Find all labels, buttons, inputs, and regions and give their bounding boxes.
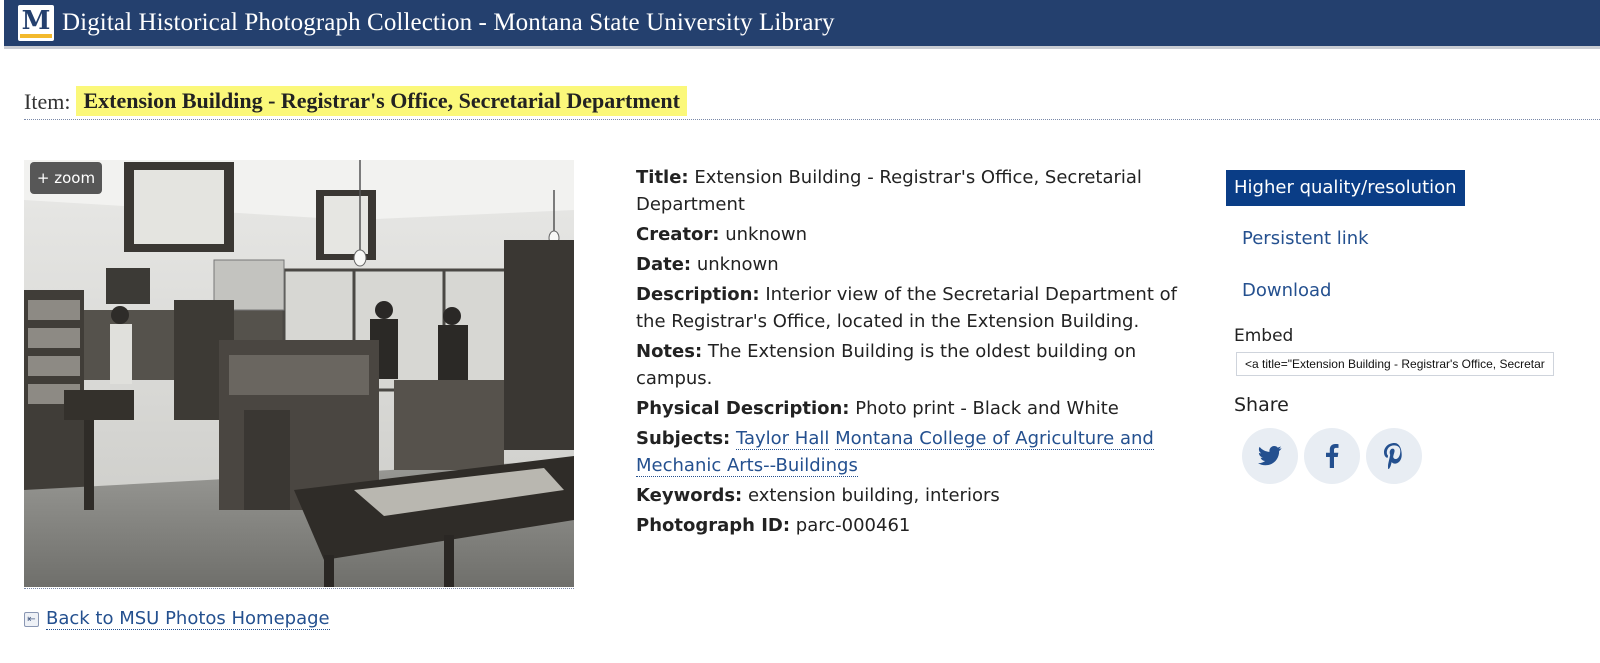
photo-container: + zoom <box>24 160 574 589</box>
meta-physical-label: Physical Description: <box>636 398 850 419</box>
meta-notes-row: Notes: The Extension Building is the old… <box>636 338 1196 392</box>
share-buttons <box>1242 428 1422 484</box>
meta-photo-id-label: Photograph ID: <box>636 515 791 536</box>
meta-date-row: Date: unknown <box>636 251 1196 278</box>
persistent-link[interactable]: Persistent link <box>1242 228 1369 249</box>
logo-letter: M <box>19 6 53 38</box>
meta-date-value: unknown <box>696 254 779 275</box>
back-to-homepage-link[interactable]: ⇤ Back to MSU Photos Homepage <box>24 609 330 630</box>
download-link[interactable]: Download <box>1242 280 1331 301</box>
item-title: Extension Building - Registrar's Office,… <box>76 86 687 116</box>
meta-physical-value: Photo print - Black and White <box>855 398 1119 419</box>
sidebar-actions: Higher quality/resolution Persistent lin… <box>1226 170 1566 484</box>
zoom-button[interactable]: + zoom <box>30 162 102 194</box>
metadata-panel: Title: Extension Building - Registrar's … <box>636 164 1196 542</box>
msu-logo[interactable]: M <box>18 5 54 41</box>
item-heading: Item: Extension Building - Registrar's O… <box>24 86 1600 120</box>
meta-description-row: Description: Interior view of the Secret… <box>636 281 1196 335</box>
meta-title-value: Extension Building - Registrar's Office,… <box>636 167 1142 215</box>
back-link-label: Back to MSU Photos Homepage <box>46 608 330 630</box>
pinterest-icon[interactable] <box>1366 428 1422 484</box>
meta-keywords-value: extension building, interiors <box>747 485 1000 506</box>
share-label: Share <box>1234 394 1289 416</box>
meta-creator-label: Creator: <box>636 224 720 245</box>
meta-photo-id-value: parc-000461 <box>795 515 911 536</box>
embed-label: Embed <box>1234 326 1294 346</box>
meta-subjects-row: Subjects: Taylor Hall Montana College of… <box>636 425 1196 479</box>
facebook-icon[interactable] <box>1304 428 1360 484</box>
item-label: Item: <box>24 89 71 114</box>
subject-link-taylor-hall[interactable]: Taylor Hall <box>735 428 830 450</box>
meta-title-row: Title: Extension Building - Registrar's … <box>636 164 1196 218</box>
meta-keywords-row: Keywords: extension building, interiors <box>636 482 1196 509</box>
twitter-icon[interactable] <box>1242 428 1298 484</box>
meta-subjects-label: Subjects: <box>636 428 731 449</box>
embed-code-field[interactable] <box>1236 352 1554 376</box>
meta-date-label: Date: <box>636 254 692 275</box>
back-arrow-icon: ⇤ <box>24 612 39 627</box>
office-interior-photo <box>24 160 574 587</box>
higher-quality-button[interactable]: Higher quality/resolution <box>1226 170 1465 206</box>
meta-photo-id-row: Photograph ID: parc-000461 <box>636 512 1196 539</box>
meta-keywords-label: Keywords: <box>636 485 743 506</box>
meta-creator-row: Creator: unknown <box>636 221 1196 248</box>
meta-creator-value: unknown <box>725 224 808 245</box>
meta-title-label: Title: <box>636 167 689 188</box>
meta-notes-label: Notes: <box>636 341 703 362</box>
site-title[interactable]: Digital Historical Photograph Collection… <box>62 9 835 37</box>
site-header: M Digital Historical Photograph Collecti… <box>4 0 1600 49</box>
meta-description-label: Description: <box>636 284 760 305</box>
meta-physical-row: Physical Description: Photo print - Blac… <box>636 395 1196 422</box>
historical-photo[interactable]: + zoom <box>24 160 574 587</box>
meta-notes-value: The Extension Building is the oldest bui… <box>636 341 1137 389</box>
